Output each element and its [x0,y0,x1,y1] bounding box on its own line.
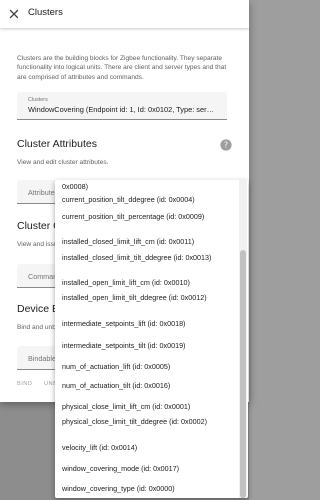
attribute-option[interactable]: window_covering_mode (id: 0x0017) [62,464,234,475]
intro-text: Clusters are the building blocks for Zig… [17,55,227,81]
cluster-select-value: WindowCovering (Endpoint id: 1, Id: 0x01… [28,105,214,114]
attribute-dropdown[interactable]: 0x0008) current_position_tilt_ddegree (i… [55,180,248,498]
attributes-title: Cluster Attributes [17,138,97,150]
attribute-option[interactable]: installed_closed_limit_tilt_ddegree (id:… [62,253,234,264]
attribute-option[interactable]: 0x0008) [62,182,234,193]
bindings-description: Bind and unbind devices. [17,324,55,331]
dropdown-scrollbar-thumb[interactable] [240,250,246,498]
help-icon[interactable]: ? [220,139,232,151]
commands-description: View and issue cluster commands. [17,241,55,248]
attribute-select-label: Attribute [28,188,55,197]
attribute-option[interactable]: num_of_actuation_lift (id: 0x0005) [62,362,234,373]
attribute-option[interactable]: velocity_lift (id: 0x0014) [62,443,234,454]
attributes-description: View and edit cluster attributes. [17,159,109,166]
attribute-option[interactable]: current_position_tilt_ddegree (id: 0x000… [62,195,234,206]
attribute-option[interactable]: physical_close_limit_lift_cm (id: 0x0001… [62,402,234,413]
bind-button[interactable]: BIND [17,381,32,387]
dialog-title: Clusters [28,7,63,18]
cluster-select-label: Clusters [28,97,48,103]
svg-text:?: ? [224,141,228,150]
attribute-option[interactable]: physical_close_limit_tilt_ddegree (id: 0… [62,417,234,428]
attribute-option[interactable]: installed_open_limit_tilt_ddegree (id: 0… [62,293,234,304]
attribute-option[interactable]: num_of_actuation_tilt (id: 0x0016) [62,381,234,392]
close-button[interactable] [2,2,26,26]
attribute-option[interactable]: current_position_tilt_percentage (id: 0x… [62,212,234,223]
commands-title: Cluster Commands [17,220,55,232]
attribute-option[interactable]: installed_closed_limit_lift_cm (id: 0x00… [62,237,234,248]
cluster-select[interactable]: Clusters WindowCovering (Endpoint id: 1,… [17,92,227,120]
close-icon [9,9,19,19]
attribute-option[interactable]: window_covering_type (id: 0x0000) [62,484,234,495]
dialog-header: Clusters [0,0,249,28]
attribute-option[interactable]: intermediate_setpoints_lift (id: 0x0018) [62,319,234,330]
attribute-option[interactable]: intermediate_setpoints_tilt (id: 0x0019) [62,341,234,352]
attribute-option[interactable]: installed_open_limit_lift_cm (id: 0x0010… [62,278,234,289]
bindings-title: Device Bindings [17,303,55,315]
